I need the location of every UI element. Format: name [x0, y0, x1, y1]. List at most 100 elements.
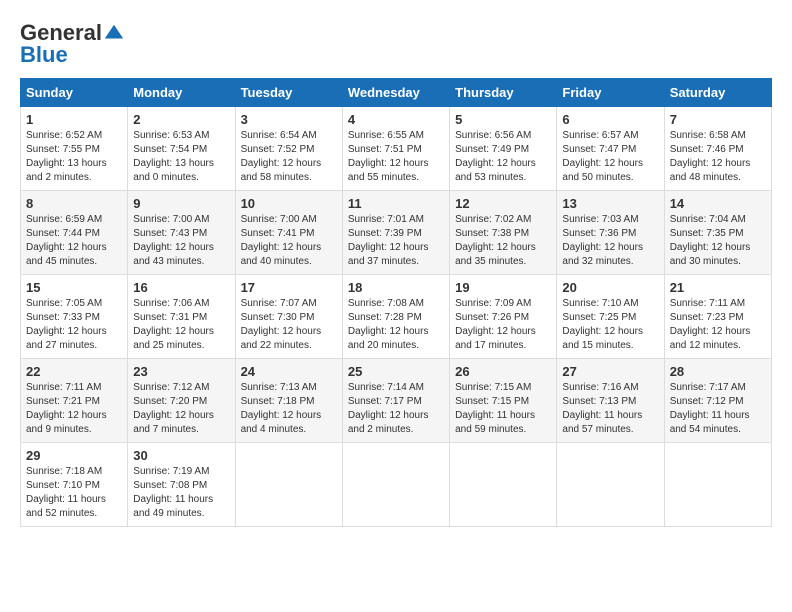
calendar-day-cell: 14 Sunrise: 7:04 AM Sunset: 7:35 PM Dayl…	[664, 191, 771, 275]
day-number: 29	[26, 448, 122, 463]
day-number: 8	[26, 196, 122, 211]
day-number: 24	[241, 364, 337, 379]
calendar-day-cell: 30 Sunrise: 7:19 AM Sunset: 7:08 PM Dayl…	[128, 443, 235, 527]
calendar-day-cell: 17 Sunrise: 7:07 AM Sunset: 7:30 PM Dayl…	[235, 275, 342, 359]
logo: General Blue	[20, 20, 125, 68]
day-info: Sunrise: 6:54 AM Sunset: 7:52 PM Dayligh…	[241, 129, 337, 185]
calendar-day-cell: 9 Sunrise: 7:00 AM Sunset: 7:43 PM Dayli…	[128, 191, 235, 275]
calendar-day-cell: 18 Sunrise: 7:08 AM Sunset: 7:28 PM Dayl…	[342, 275, 449, 359]
calendar-day-cell: 1 Sunrise: 6:52 AM Sunset: 7:55 PM Dayli…	[21, 107, 128, 191]
calendar-table: SundayMondayTuesdayWednesdayThursdayFrid…	[20, 78, 772, 527]
day-number: 1	[26, 112, 122, 127]
calendar-day-cell: 22 Sunrise: 7:11 AM Sunset: 7:21 PM Dayl…	[21, 359, 128, 443]
calendar-day-cell: 28 Sunrise: 7:17 AM Sunset: 7:12 PM Dayl…	[664, 359, 771, 443]
weekday-header-monday: Monday	[128, 79, 235, 107]
day-info: Sunrise: 7:11 AM Sunset: 7:21 PM Dayligh…	[26, 381, 122, 437]
page-header: General Blue	[20, 20, 772, 68]
day-number: 19	[455, 280, 551, 295]
day-info: Sunrise: 7:07 AM Sunset: 7:30 PM Dayligh…	[241, 297, 337, 353]
day-number: 4	[348, 112, 444, 127]
day-info: Sunrise: 7:11 AM Sunset: 7:23 PM Dayligh…	[670, 297, 766, 353]
calendar-day-cell	[235, 443, 342, 527]
calendar-day-cell	[557, 443, 664, 527]
calendar-week-row: 22 Sunrise: 7:11 AM Sunset: 7:21 PM Dayl…	[21, 359, 772, 443]
day-number: 14	[670, 196, 766, 211]
day-info: Sunrise: 7:10 AM Sunset: 7:25 PM Dayligh…	[562, 297, 658, 353]
calendar-day-cell: 12 Sunrise: 7:02 AM Sunset: 7:38 PM Dayl…	[450, 191, 557, 275]
calendar-week-row: 29 Sunrise: 7:18 AM Sunset: 7:10 PM Dayl…	[21, 443, 772, 527]
day-number: 27	[562, 364, 658, 379]
logo-icon	[103, 22, 125, 44]
weekday-header-saturday: Saturday	[664, 79, 771, 107]
calendar-day-cell: 15 Sunrise: 7:05 AM Sunset: 7:33 PM Dayl…	[21, 275, 128, 359]
calendar-day-cell: 3 Sunrise: 6:54 AM Sunset: 7:52 PM Dayli…	[235, 107, 342, 191]
day-info: Sunrise: 7:13 AM Sunset: 7:18 PM Dayligh…	[241, 381, 337, 437]
day-info: Sunrise: 6:56 AM Sunset: 7:49 PM Dayligh…	[455, 129, 551, 185]
day-number: 6	[562, 112, 658, 127]
day-info: Sunrise: 6:55 AM Sunset: 7:51 PM Dayligh…	[348, 129, 444, 185]
day-info: Sunrise: 7:01 AM Sunset: 7:39 PM Dayligh…	[348, 213, 444, 269]
day-info: Sunrise: 7:15 AM Sunset: 7:15 PM Dayligh…	[455, 381, 551, 437]
calendar-day-cell: 11 Sunrise: 7:01 AM Sunset: 7:39 PM Dayl…	[342, 191, 449, 275]
day-info: Sunrise: 7:05 AM Sunset: 7:33 PM Dayligh…	[26, 297, 122, 353]
day-info: Sunrise: 7:03 AM Sunset: 7:36 PM Dayligh…	[562, 213, 658, 269]
calendar-day-cell: 24 Sunrise: 7:13 AM Sunset: 7:18 PM Dayl…	[235, 359, 342, 443]
calendar-day-cell: 27 Sunrise: 7:16 AM Sunset: 7:13 PM Dayl…	[557, 359, 664, 443]
day-number: 20	[562, 280, 658, 295]
day-info: Sunrise: 7:14 AM Sunset: 7:17 PM Dayligh…	[348, 381, 444, 437]
calendar-day-cell: 6 Sunrise: 6:57 AM Sunset: 7:47 PM Dayli…	[557, 107, 664, 191]
calendar-day-cell: 23 Sunrise: 7:12 AM Sunset: 7:20 PM Dayl…	[128, 359, 235, 443]
day-number: 17	[241, 280, 337, 295]
day-number: 12	[455, 196, 551, 211]
calendar-day-cell: 13 Sunrise: 7:03 AM Sunset: 7:36 PM Dayl…	[557, 191, 664, 275]
day-number: 23	[133, 364, 229, 379]
day-info: Sunrise: 7:02 AM Sunset: 7:38 PM Dayligh…	[455, 213, 551, 269]
day-number: 2	[133, 112, 229, 127]
day-number: 28	[670, 364, 766, 379]
calendar-day-cell: 7 Sunrise: 6:58 AM Sunset: 7:46 PM Dayli…	[664, 107, 771, 191]
day-info: Sunrise: 7:04 AM Sunset: 7:35 PM Dayligh…	[670, 213, 766, 269]
day-info: Sunrise: 7:12 AM Sunset: 7:20 PM Dayligh…	[133, 381, 229, 437]
day-number: 10	[241, 196, 337, 211]
day-number: 3	[241, 112, 337, 127]
day-info: Sunrise: 6:58 AM Sunset: 7:46 PM Dayligh…	[670, 129, 766, 185]
calendar-day-cell: 29 Sunrise: 7:18 AM Sunset: 7:10 PM Dayl…	[21, 443, 128, 527]
day-info: Sunrise: 6:53 AM Sunset: 7:54 PM Dayligh…	[133, 129, 229, 185]
day-number: 5	[455, 112, 551, 127]
logo-blue-text: Blue	[20, 42, 68, 68]
day-number: 26	[455, 364, 551, 379]
weekday-header-tuesday: Tuesday	[235, 79, 342, 107]
weekday-header-sunday: Sunday	[21, 79, 128, 107]
day-info: Sunrise: 7:00 AM Sunset: 7:41 PM Dayligh…	[241, 213, 337, 269]
calendar-day-cell	[664, 443, 771, 527]
calendar-day-cell: 8 Sunrise: 6:59 AM Sunset: 7:44 PM Dayli…	[21, 191, 128, 275]
day-info: Sunrise: 7:09 AM Sunset: 7:26 PM Dayligh…	[455, 297, 551, 353]
day-info: Sunrise: 7:08 AM Sunset: 7:28 PM Dayligh…	[348, 297, 444, 353]
day-number: 13	[562, 196, 658, 211]
day-info: Sunrise: 6:52 AM Sunset: 7:55 PM Dayligh…	[26, 129, 122, 185]
day-number: 9	[133, 196, 229, 211]
day-number: 15	[26, 280, 122, 295]
calendar-day-cell: 25 Sunrise: 7:14 AM Sunset: 7:17 PM Dayl…	[342, 359, 449, 443]
calendar-day-cell: 16 Sunrise: 7:06 AM Sunset: 7:31 PM Dayl…	[128, 275, 235, 359]
day-number: 22	[26, 364, 122, 379]
calendar-day-cell	[342, 443, 449, 527]
weekday-header-thursday: Thursday	[450, 79, 557, 107]
day-info: Sunrise: 7:06 AM Sunset: 7:31 PM Dayligh…	[133, 297, 229, 353]
calendar-header-row: SundayMondayTuesdayWednesdayThursdayFrid…	[21, 79, 772, 107]
calendar-day-cell: 20 Sunrise: 7:10 AM Sunset: 7:25 PM Dayl…	[557, 275, 664, 359]
weekday-header-friday: Friday	[557, 79, 664, 107]
calendar-day-cell: 19 Sunrise: 7:09 AM Sunset: 7:26 PM Dayl…	[450, 275, 557, 359]
weekday-header-wednesday: Wednesday	[342, 79, 449, 107]
day-info: Sunrise: 7:17 AM Sunset: 7:12 PM Dayligh…	[670, 381, 766, 437]
day-number: 11	[348, 196, 444, 211]
day-number: 7	[670, 112, 766, 127]
calendar-day-cell: 21 Sunrise: 7:11 AM Sunset: 7:23 PM Dayl…	[664, 275, 771, 359]
day-info: Sunrise: 7:19 AM Sunset: 7:08 PM Dayligh…	[133, 465, 229, 521]
calendar-day-cell: 5 Sunrise: 6:56 AM Sunset: 7:49 PM Dayli…	[450, 107, 557, 191]
day-info: Sunrise: 7:00 AM Sunset: 7:43 PM Dayligh…	[133, 213, 229, 269]
day-number: 30	[133, 448, 229, 463]
day-number: 21	[670, 280, 766, 295]
calendar-day-cell	[450, 443, 557, 527]
calendar-week-row: 1 Sunrise: 6:52 AM Sunset: 7:55 PM Dayli…	[21, 107, 772, 191]
